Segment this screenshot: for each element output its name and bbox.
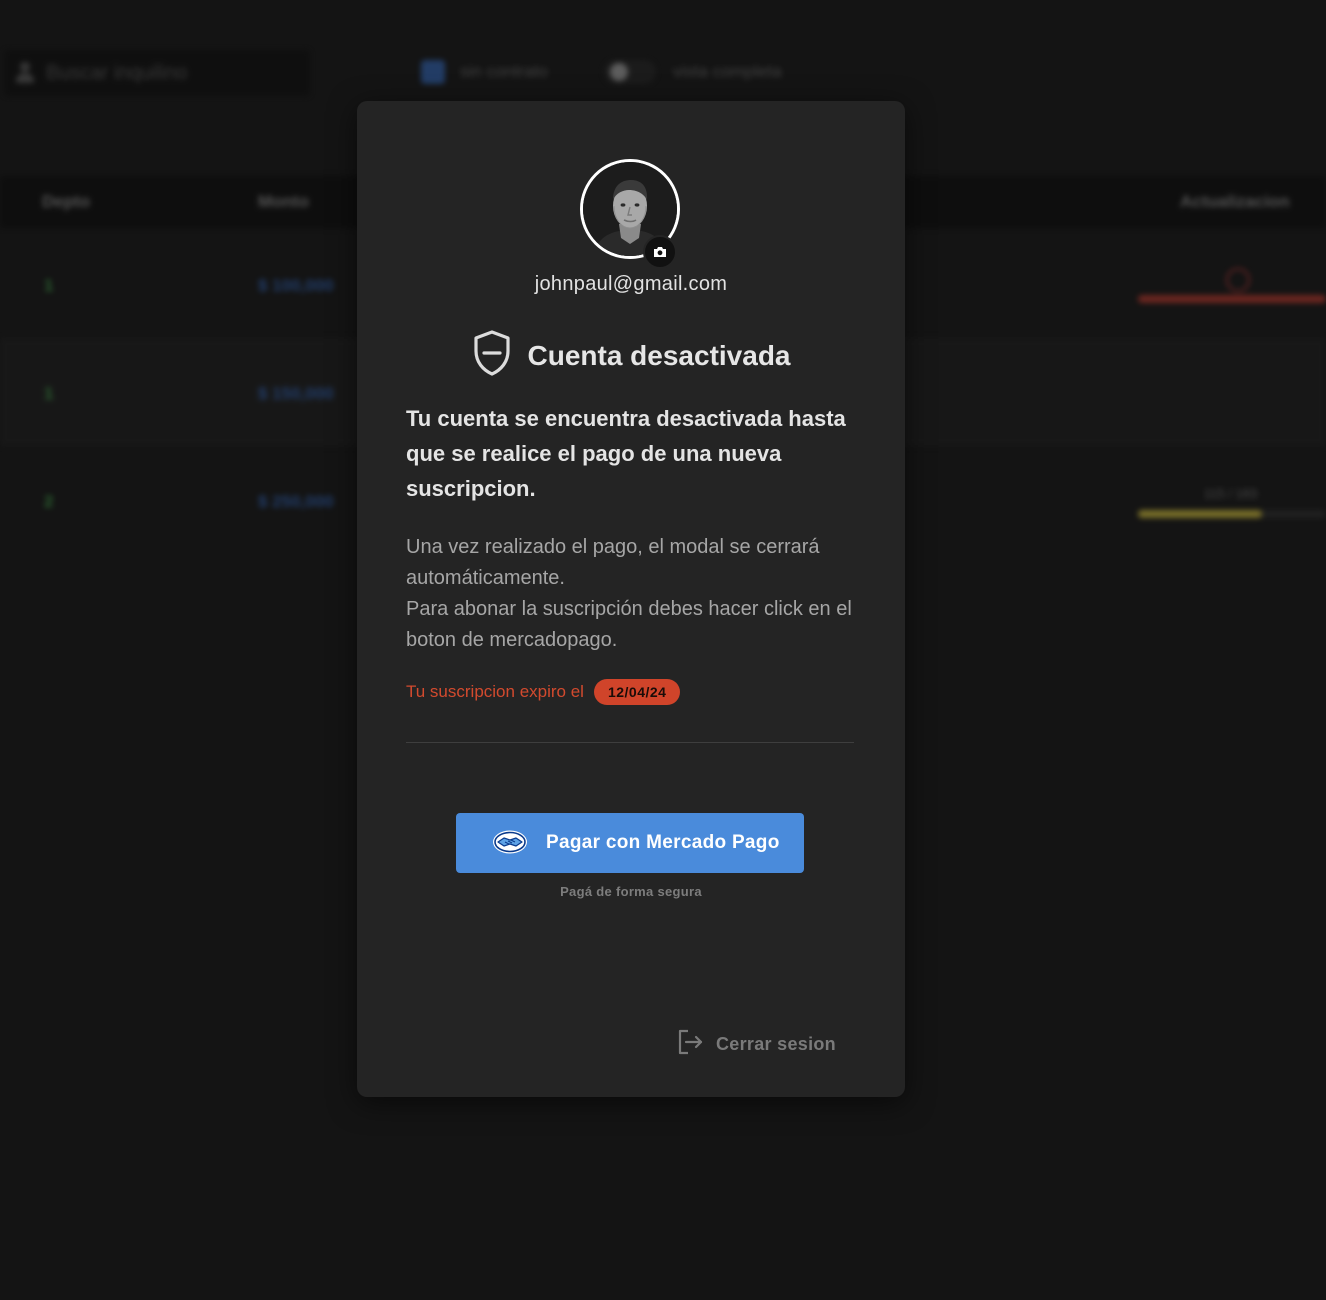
row-monto: $ 250,000: [258, 492, 334, 511]
instructions-line-1: Una vez realizado el pago, el modal se c…: [406, 536, 820, 589]
no-contract-label: sin contrato: [460, 62, 548, 81]
search-placeholder: Buscar inquilino: [46, 61, 188, 84]
mercadopago-handshake-icon: [492, 829, 528, 858]
header-actualizacion: Actualizacion: [1180, 192, 1290, 211]
header-monto: Monto: [258, 192, 309, 211]
header-depto: Depto: [42, 192, 91, 211]
search-tenant-input[interactable]: Buscar inquilino: [4, 50, 310, 96]
logout-label: Cerrar sesion: [716, 1034, 836, 1054]
row-monto: $ 150,000: [258, 384, 334, 403]
progress-fill: [1138, 510, 1263, 518]
expiry-date-badge: 12/04/24: [593, 679, 681, 705]
shield-minus-icon: [472, 329, 512, 382]
modal-title-row: Cuenta desactivada: [357, 329, 905, 382]
full-view-toggle[interactable]: [604, 60, 656, 84]
row-monto: $ 100,000: [258, 276, 334, 295]
user-email: johnpaul@gmail.com: [534, 273, 728, 295]
deactivated-message: Tu cuenta se encuentra desactivada hasta…: [406, 406, 846, 501]
progress-bar: [1138, 295, 1326, 303]
person-icon: [16, 62, 34, 84]
instructions-line-2: Para abonar la suscripción debes hacer c…: [406, 598, 852, 651]
subscription-expiry: Tu suscripcion expiro el 12/04/24: [406, 679, 681, 705]
camera-icon[interactable]: [643, 235, 677, 269]
no-contract-checkbox[interactable]: [421, 60, 445, 84]
logout-button[interactable]: Cerrar sesion: [676, 1028, 836, 1061]
row-depto: 2: [44, 492, 54, 511]
account-deactivated-modal: johnpaul@gmail.com Cuenta desactivada Tu…: [357, 101, 905, 1097]
pay-button-label: Pagar con Mercado Pago: [546, 832, 780, 853]
modal-title: Cuenta desactivada: [527, 339, 791, 371]
pay-mercadopago-button[interactable]: Pagar con Mercado Pago: [456, 813, 804, 873]
full-view-label: vista completa: [673, 62, 782, 81]
clock-icon: [1226, 268, 1250, 292]
divider: [406, 742, 854, 743]
row-depto: 1: [44, 276, 54, 295]
progress-text: 115 / 183: [1204, 486, 1258, 501]
row-depto: 1: [44, 384, 54, 403]
secure-payment-note: Pagá de forma segura: [560, 884, 702, 899]
progress-fill: [1138, 295, 1326, 303]
logout-icon: [676, 1028, 704, 1061]
payment-instructions: Una vez realizado el pago, el modal se c…: [406, 532, 856, 656]
expiry-text: Tu suscripcion expiro el: [406, 682, 584, 701]
progress-bar: [1138, 510, 1326, 518]
